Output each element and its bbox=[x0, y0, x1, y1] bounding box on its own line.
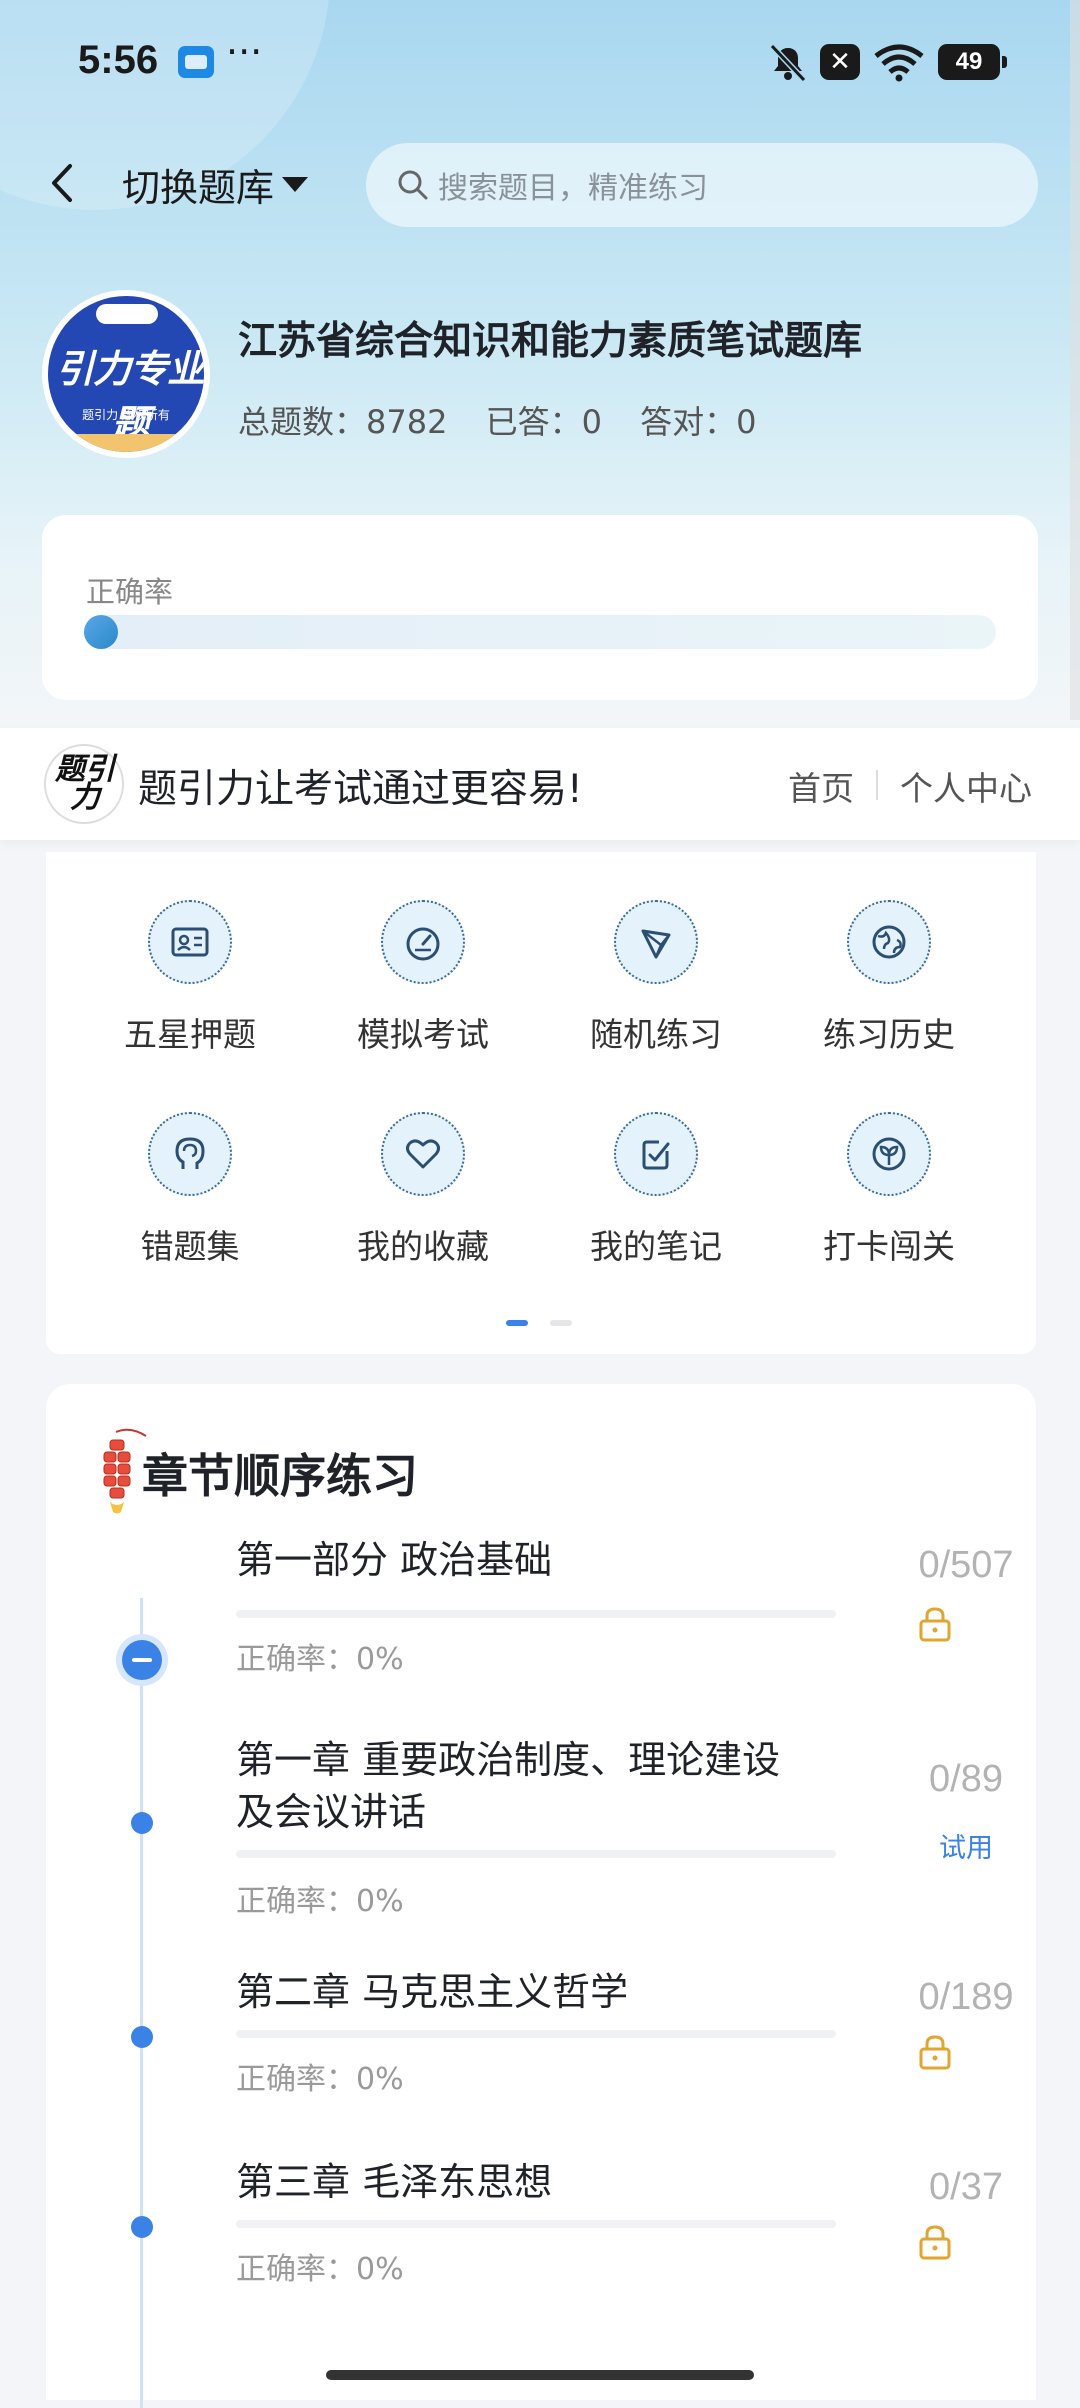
feature-label: 打卡闯关 bbox=[823, 1227, 955, 1266]
timeline-node bbox=[131, 1812, 153, 1834]
chapter-accuracy: 正确率：0% bbox=[236, 1642, 404, 1677]
sprout-icon bbox=[847, 1112, 931, 1196]
feature-label: 随机练习 bbox=[590, 1015, 722, 1054]
feature-checkin[interactable]: 打卡闯关 bbox=[789, 1112, 989, 1268]
chapter-progress-bar bbox=[236, 2220, 836, 2228]
page-dot-active bbox=[506, 1320, 528, 1326]
lock-icon bbox=[919, 2035, 951, 2070]
total-questions: 总题数：8782 bbox=[238, 403, 448, 441]
feature-notes[interactable]: 我的笔记 bbox=[556, 1112, 756, 1268]
bell-muted-icon bbox=[769, 44, 807, 82]
answered-count: 已答：0 bbox=[485, 403, 602, 441]
divider bbox=[876, 770, 878, 800]
chapter-name: 第三章 毛泽东思想 bbox=[236, 2160, 553, 2204]
wifi-icon bbox=[874, 44, 924, 82]
bank-title: 江苏省综合知识和能力素质笔试题库 bbox=[238, 319, 863, 364]
feature-label: 我的收藏 bbox=[357, 1227, 489, 1266]
feature-label: 五星押题 bbox=[124, 1015, 256, 1054]
lock-icon bbox=[919, 2225, 951, 2260]
feature-grid: 五星押题 模拟考试 随机练习 练习历史 错题集 我的收藏 我的笔记 打卡闯关 bbox=[46, 852, 1036, 1354]
accuracy-progress-indicator bbox=[84, 615, 118, 649]
wallet-app-icon bbox=[178, 46, 214, 78]
chapter-count: 0/89 bbox=[929, 1758, 1003, 1800]
status-time: 5:56 bbox=[78, 38, 159, 82]
speedometer-icon bbox=[381, 900, 465, 984]
search-placeholder: 搜索题目，精准练习 bbox=[438, 171, 708, 206]
close-app-icon: ✕ bbox=[820, 44, 860, 80]
more-notifications-icon: ··· bbox=[226, 30, 263, 74]
search-input[interactable]: 搜索题目，精准练习 bbox=[366, 143, 1038, 227]
accuracy-label: 正确率 bbox=[86, 575, 174, 609]
timeline-node bbox=[131, 2026, 153, 2048]
chapter-practice-section: 章节顺序练习 第一部分 政治基础 正确率：0% 0/507 第一章 重要政治制度… bbox=[46, 1384, 1036, 2408]
feature-label: 我的笔记 bbox=[590, 1227, 722, 1266]
feature-practice-history[interactable]: 练习历史 bbox=[789, 900, 989, 1056]
accuracy-card: 正确率 bbox=[42, 515, 1038, 700]
chapter-progress-bar bbox=[236, 1850, 836, 1858]
bank-logo-subtext: 题引力 版权所有 bbox=[82, 408, 170, 422]
chapter-count: 0/37 bbox=[929, 2166, 1003, 2208]
brain-head-icon bbox=[148, 1112, 232, 1196]
chapter-accuracy: 正确率：0% bbox=[236, 1884, 404, 1919]
lock-icon bbox=[919, 1607, 951, 1642]
section-title: 章节顺序练习 bbox=[142, 1449, 418, 1503]
note-check-icon bbox=[614, 1112, 698, 1196]
status-bar: 5:56 ··· ✕ 49 bbox=[0, 0, 1080, 120]
feature-label: 模拟考试 bbox=[357, 1015, 489, 1054]
accuracy-progress-track bbox=[84, 615, 996, 649]
battery-indicator: 49 bbox=[938, 44, 1007, 80]
chapter-progress-bar bbox=[236, 1610, 836, 1618]
feature-label: 错题集 bbox=[140, 1227, 240, 1266]
chapter-count: 0/189 bbox=[918, 1976, 1014, 2018]
chapter-progress-bar bbox=[236, 2030, 836, 2038]
feature-favorites[interactable]: 我的收藏 bbox=[323, 1112, 523, 1268]
feature-mock-exam[interactable]: 模拟考试 bbox=[323, 900, 523, 1056]
random-network-icon bbox=[614, 900, 698, 984]
caret-down-icon bbox=[282, 177, 309, 192]
trial-badge[interactable]: 试用 bbox=[846, 1826, 1080, 1865]
personal-center-link[interactable]: 个人中心 bbox=[900, 762, 1032, 810]
bank-stats: 总题数：8782 已答：0 答对：0 bbox=[238, 397, 785, 443]
back-arrow-icon[interactable] bbox=[42, 158, 82, 208]
timeline-node bbox=[131, 2216, 153, 2238]
promo-slogan: 题引力让考试通过更容易! bbox=[138, 767, 583, 812]
home-link[interactable]: 首页 bbox=[788, 762, 854, 810]
bank-logo: 引力专业题 题引力 版权所有 bbox=[42, 290, 210, 458]
promo-logo: 题引力 bbox=[44, 744, 124, 824]
feature-random-practice[interactable]: 随机练习 bbox=[556, 900, 756, 1056]
chapter-name: 第二章 马克思主义哲学 bbox=[236, 1970, 629, 2014]
switch-question-bank-button[interactable]: 切换题库 bbox=[122, 157, 309, 212]
chapter-name: 第一章 重要政治制度、理论建设及会议讲话 bbox=[236, 1738, 781, 1834]
heart-icon bbox=[381, 1112, 465, 1196]
timeline-line bbox=[140, 1598, 143, 2408]
home-indicator[interactable] bbox=[326, 2370, 754, 2380]
id-card-icon bbox=[148, 900, 232, 984]
search-icon bbox=[398, 170, 428, 200]
feature-label: 练习历史 bbox=[823, 1015, 955, 1054]
globe-icon bbox=[847, 900, 931, 984]
firecracker-icon bbox=[103, 1428, 147, 1514]
switch-bank-label: 切换题库 bbox=[122, 166, 275, 210]
bank-logo-text: 引力专业题 bbox=[55, 347, 204, 446]
feature-five-star[interactable]: 五星押题 bbox=[90, 900, 290, 1056]
chapter-name: 第一部分 政治基础 bbox=[236, 1538, 553, 1582]
chapter-count: 0/507 bbox=[918, 1544, 1014, 1586]
chapter-accuracy: 正确率：0% bbox=[236, 2252, 404, 2287]
collapse-node-icon[interactable] bbox=[122, 1640, 162, 1680]
correct-count: 答对：0 bbox=[640, 403, 757, 441]
promo-bar: 题引力 题引力让考试通过更容易! 首页 个人中心 bbox=[0, 728, 1080, 840]
page-dot-inactive bbox=[550, 1320, 572, 1326]
feature-wrong-questions[interactable]: 错题集 bbox=[90, 1112, 290, 1268]
chapter-accuracy: 正确率：0% bbox=[236, 2062, 404, 2097]
promo-logo-text: 题引力 bbox=[55, 752, 115, 815]
